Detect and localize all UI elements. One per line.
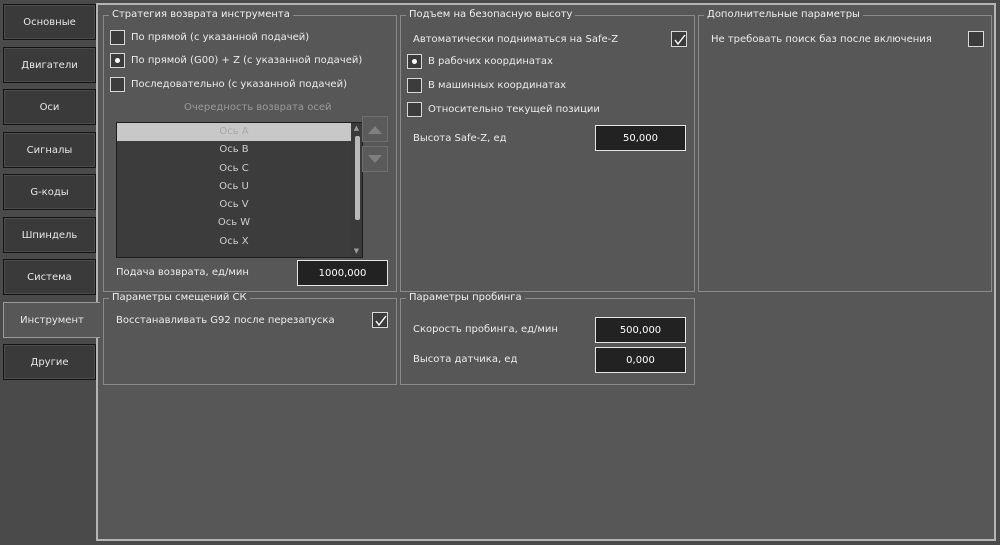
move-up-button[interactable] <box>362 116 388 142</box>
safez-height-label: Высота Safe-Z, ед <box>413 133 507 144</box>
list-item[interactable]: Ось B <box>117 141 351 159</box>
tab-label: Сигналы <box>26 144 73 156</box>
tab-system[interactable]: Система <box>3 259 96 295</box>
option-label: В машинных координатах <box>428 80 567 91</box>
list-item[interactable]: Ось A <box>117 123 351 142</box>
return-option-sequential[interactable]: Последовательно (с указанной подачей) <box>110 77 347 92</box>
return-option-g00-z[interactable]: По прямой (G00) + Z (с указанной подачей… <box>110 53 362 68</box>
radio-box[interactable] <box>407 54 422 69</box>
arrow-up-icon <box>368 125 382 134</box>
auto-safez-checkbox[interactable] <box>671 31 687 47</box>
group-title: Подъем на безопасную высоту <box>406 9 576 21</box>
option-label: По прямой (с указанной подачей) <box>131 32 310 43</box>
radio-dot-icon <box>115 58 120 63</box>
arrow-down-icon <box>368 154 382 163</box>
tab-label: Инструмент <box>20 314 84 326</box>
radio-box[interactable] <box>110 30 125 45</box>
probe-speed-input[interactable] <box>595 317 686 343</box>
no-home-label: Не требовать поиск баз после включения <box>711 34 932 45</box>
restore-g92-checkbox[interactable] <box>372 312 388 328</box>
checkmark-icon <box>674 34 686 46</box>
tab-label: Оси <box>39 101 60 113</box>
tab-label: Шпиндель <box>21 229 78 241</box>
tab-label: Другие <box>30 356 69 368</box>
radio-box[interactable] <box>110 77 125 92</box>
no-home-checkbox[interactable] <box>968 31 984 47</box>
option-label: Относительно текущей позиции <box>428 104 600 115</box>
safe-height-group: Подъем на безопасную высоту Автоматическ… <box>400 9 695 292</box>
move-down-button[interactable] <box>362 146 388 172</box>
coord-option-relative[interactable]: Относительно текущей позиции <box>407 102 600 117</box>
safez-height-input[interactable] <box>595 125 686 151</box>
radio-box[interactable] <box>407 102 422 117</box>
tab-label: Двигатели <box>21 59 78 71</box>
axis-order-label: Очередность возврата осей <box>184 102 332 113</box>
coord-option-work[interactable]: В рабочих координатах <box>407 54 553 69</box>
tab-spindle[interactable]: Шпиндель <box>3 217 96 253</box>
extra-params-group: Дополнительные параметры Не требовать по… <box>698 9 992 292</box>
scroll-down-icon[interactable]: ▼ <box>352 247 361 256</box>
option-label: В рабочих координатах <box>428 56 553 67</box>
probing-group: Параметры пробинга Скорость пробинга, ед… <box>400 292 695 385</box>
restore-g92-label: Восстанавливать G92 после перезапуска <box>116 315 335 326</box>
list-item[interactable]: Ось V <box>117 196 351 214</box>
settings-panel: Стратегия возврата инструмента По прямой… <box>96 3 996 541</box>
radio-box[interactable] <box>110 53 125 68</box>
option-label: По прямой (G00) + Z (с указанной подачей… <box>131 55 363 66</box>
group-title: Параметры пробинга <box>406 292 525 304</box>
radio-dot-icon <box>412 59 417 64</box>
list-item[interactable]: Ось U <box>117 178 351 196</box>
tab-axes[interactable]: Оси <box>3 89 96 125</box>
coord-option-machine[interactable]: В машинных координатах <box>407 78 566 93</box>
group-title: Дополнительные параметры <box>704 9 863 21</box>
radio-box[interactable] <box>407 78 422 93</box>
list-scrollbar[interactable]: ▲ ▼ <box>351 123 362 257</box>
list-item[interactable]: Ось C <box>117 160 351 178</box>
group-title: Параметры смещений СК <box>109 292 250 304</box>
tab-label: G-коды <box>30 186 69 198</box>
checkmark-icon <box>375 315 387 327</box>
scroll-thumb[interactable] <box>355 136 360 220</box>
probe-height-label: Высота датчика, ед <box>413 354 518 365</box>
list-item[interactable]: Ось X <box>117 233 351 251</box>
tab-gcodes[interactable]: G-коды <box>3 174 96 210</box>
tab-basic[interactable]: Основные <box>3 4 96 40</box>
option-label: Последовательно (с указанной подачей) <box>131 79 347 90</box>
feed-label: Подача возврата, ед/мин <box>116 267 249 278</box>
auto-safez-label: Автоматически подниматься на Safe-Z <box>413 34 619 45</box>
return-option-straight[interactable]: По прямой (с указанной подачей) <box>110 30 309 45</box>
probe-height-input[interactable] <box>595 347 686 373</box>
axis-order-list[interactable]: Ось A Ось B Ось C Ось U Ось V Ось W Ось … <box>116 122 363 258</box>
offsets-group: Параметры смещений СК Восстанавливать G9… <box>103 292 397 385</box>
return-feed-input[interactable] <box>297 260 388 286</box>
sidebar: Основные Двигатели Оси Сигналы G-коды Шп… <box>0 0 100 545</box>
tab-tool[interactable]: Инструмент <box>3 302 100 338</box>
tab-label: Основные <box>23 16 76 28</box>
scroll-up-icon[interactable]: ▲ <box>352 124 361 133</box>
tool-return-group: Стратегия возврата инструмента По прямой… <box>103 9 397 292</box>
tab-other[interactable]: Другие <box>3 344 96 380</box>
tab-signals[interactable]: Сигналы <box>3 132 96 168</box>
list-item[interactable]: Ось W <box>117 214 351 232</box>
probe-speed-label: Скорость пробинга, ед/мин <box>413 324 558 335</box>
tab-motors[interactable]: Двигатели <box>3 47 96 83</box>
tab-label: Система <box>27 271 72 283</box>
group-title: Стратегия возврата инструмента <box>109 9 293 21</box>
